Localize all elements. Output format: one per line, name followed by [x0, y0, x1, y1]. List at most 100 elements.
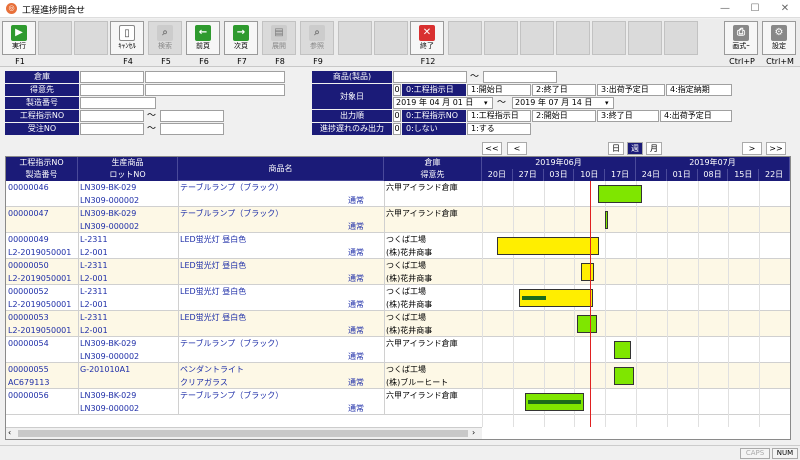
tab-week[interactable]: 週: [627, 142, 643, 155]
target-date-option-1[interactable]: 1:開始日: [467, 84, 531, 96]
prev-page-button[interactable]: ← 前頁: [186, 21, 220, 55]
order-no-from-input[interactable]: [80, 123, 144, 135]
product-name: テーブルランプ（ブラック）: [180, 339, 284, 348]
process-order-from-input[interactable]: [80, 110, 144, 122]
customer-name: (株)花井商事: [386, 248, 433, 257]
process-order-no: 00000050: [8, 261, 49, 270]
gantt-bar[interactable]: [614, 341, 632, 359]
delay-only-number[interactable]: 0: [393, 123, 401, 135]
target-date-option-3[interactable]: 3:出荷予定日: [597, 84, 665, 96]
nav-next-button[interactable]: >: [742, 142, 762, 155]
label-process-order-no: 工程指示NO: [5, 110, 79, 122]
product-to-input[interactable]: [483, 71, 557, 83]
maximize-button[interactable]: ☐: [740, 0, 770, 18]
output-order-option-0[interactable]: 0:工程指示NO: [402, 110, 466, 122]
record-row[interactable]: 00000056 LN309-BK-029 LN309-000002 テーブルランプ（…: [6, 389, 790, 415]
order-no-to-input[interactable]: [160, 123, 224, 135]
gantt-bar[interactable]: [497, 237, 600, 255]
nav-prev-button[interactable]: <: [507, 142, 527, 155]
calendar-dropdown-icon[interactable]: ▾: [605, 99, 609, 107]
customer-name: [384, 220, 482, 233]
gantt-bar[interactable]: [597, 185, 643, 203]
num-indicator: NUM: [772, 448, 798, 459]
exit-button[interactable]: ✕ 終了: [410, 21, 444, 55]
date-to-picker[interactable]: 2019 年 07 月 14 日: [512, 97, 614, 109]
record-row[interactable]: 00000054 LN309-BK-029 LN309-000002 テーブルランプ（…: [6, 337, 790, 363]
output-order-option-3[interactable]: 3:終了日: [597, 110, 659, 122]
record-row[interactable]: 00000055 AC679113 G-201010A1 ペンダントライト クリアガラス…: [6, 363, 790, 389]
reference-icon: ⌕: [309, 25, 325, 41]
output-order-option-1[interactable]: 1:工程指示日: [467, 110, 531, 122]
output-order-number[interactable]: 0: [393, 110, 401, 122]
scroll-left-icon[interactable]: ‹: [8, 428, 11, 437]
record-row[interactable]: 00000046 LN309-BK-029 LN309-000002 テーブルランプ（…: [6, 181, 790, 207]
target-date-option-2[interactable]: 2:終了日: [532, 84, 596, 96]
record-row[interactable]: 00000047 LN309-BK-029 LN309-000002 テーブルランプ（…: [6, 207, 790, 233]
record-row[interactable]: 00000049 L2-2019050001 L-2311 L2-001 LED蛍光灯 …: [6, 233, 790, 259]
warehouse-code-input[interactable]: [80, 71, 144, 83]
record-row[interactable]: 00000052 L2-2019050001 L-2311 L2-001 LED蛍光灯 …: [6, 285, 790, 311]
tab-day[interactable]: 日: [608, 142, 624, 155]
cancel-button[interactable]: ▯ ｷｬﾝｾﾙ: [110, 21, 144, 55]
output-order-option-2[interactable]: 2:開始日: [532, 110, 596, 122]
record-row[interactable]: 00000053 L2-2019050001 L-2311 L2-001 LED蛍光灯 …: [6, 311, 790, 337]
mfg-no: L2-2019050001: [8, 274, 72, 283]
print-format-button[interactable]: ⎙ 画式ｰ: [724, 21, 758, 55]
window-title: 工程進捗問合せ: [22, 6, 86, 16]
warehouse-name-input[interactable]: [145, 71, 285, 83]
empty-button-1: [38, 21, 72, 55]
close-window-button[interactable]: ✕: [770, 0, 800, 18]
calendar-dropdown-icon[interactable]: ▾: [484, 99, 488, 107]
nav-first-button[interactable]: <<: [482, 142, 502, 155]
date-to-value: 2019 年 07 月 14 日: [515, 98, 593, 107]
fkey-f9: F9: [313, 57, 323, 66]
customer-name: [384, 194, 482, 207]
record-row[interactable]: 00000050 L2-2019050001 L-2311 L2-001 LED蛍光灯 …: [6, 259, 790, 285]
next-page-button[interactable]: → 次頁: [224, 21, 258, 55]
nav-last-button[interactable]: >>: [766, 142, 786, 155]
gantt-progress: [528, 400, 581, 404]
execute-button[interactable]: ▶ 実行: [2, 21, 36, 55]
process-order-no: 00000047: [8, 209, 49, 218]
horizontal-scrollbar[interactable]: ‹ ›: [6, 427, 482, 439]
gantt-bar[interactable]: [605, 211, 609, 229]
process-order-no: 00000054: [8, 339, 49, 348]
gantt-bar[interactable]: [577, 315, 598, 333]
target-date-option-4[interactable]: 4:指定納期: [666, 84, 732, 96]
tab-month[interactable]: 月: [646, 142, 662, 155]
type-label: 通常: [348, 248, 364, 257]
process-order-no: 00000052: [8, 287, 49, 296]
warehouse-name: 六甲アイランド倉庫: [386, 339, 458, 348]
target-date-option-0[interactable]: 0:工程指示日: [402, 84, 466, 96]
minimize-button[interactable]: —: [710, 0, 740, 18]
delay-option-0[interactable]: 0:しない: [402, 123, 466, 135]
search-button[interactable]: ⌕ 検索: [148, 21, 182, 55]
output-order-option-4[interactable]: 4:出荷予定日: [660, 110, 732, 122]
mfg-no-input[interactable]: [80, 97, 156, 109]
warehouse-name: つくば工場: [386, 261, 426, 270]
product-name-2: クリアガラス: [180, 378, 228, 387]
empty-button-4: [374, 21, 408, 55]
gantt-bar[interactable]: [614, 367, 635, 385]
reference-button[interactable]: ⌕ 参照: [300, 21, 334, 55]
process-order-to-input[interactable]: [160, 110, 224, 122]
product-from-input[interactable]: [393, 71, 467, 83]
warehouse-name: つくば工場: [386, 235, 426, 244]
scroll-thumb[interactable]: [18, 430, 468, 437]
customer-name-input[interactable]: [145, 84, 285, 96]
status-bar: CAPS NUM: [0, 445, 800, 460]
customer-code-input[interactable]: [80, 84, 144, 96]
empty-button-7: [520, 21, 554, 55]
target-date-number[interactable]: 0: [393, 84, 401, 96]
empty-button-8: [556, 21, 590, 55]
expand-button[interactable]: ▤ 展開: [262, 21, 296, 55]
gantt-bar[interactable]: [580, 263, 595, 281]
settings-button[interactable]: ⚙ 設定: [762, 21, 796, 55]
empty-button-11: [664, 21, 698, 55]
process-order-no: 00000046: [8, 183, 49, 192]
date-from-picker[interactable]: 2019 年 04 月 01 日: [393, 97, 493, 109]
type-label: 通常: [348, 378, 364, 387]
delay-option-1[interactable]: 1:する: [467, 123, 531, 135]
scroll-right-icon[interactable]: ›: [472, 428, 475, 437]
type-label: 通常: [348, 404, 364, 413]
